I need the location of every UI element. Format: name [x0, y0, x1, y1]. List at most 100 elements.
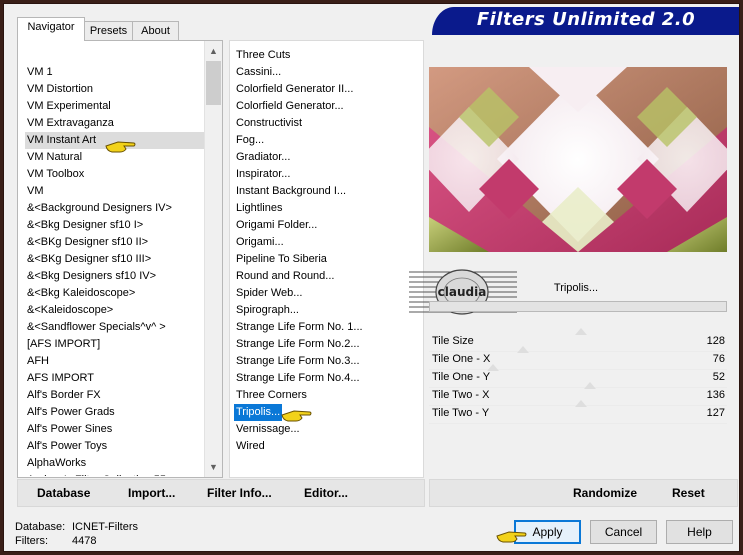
parameter-slider-marker[interactable] — [517, 346, 529, 353]
arrow-down-icon[interactable]: ▼ — [205, 459, 222, 475]
parameter-label: Tile Two - Y — [432, 407, 490, 419]
filters-status: Filters: 4478 — [15, 535, 96, 547]
filter-item[interactable]: Strange Life Form No.4... — [236, 370, 360, 387]
pointing-hand-icon — [495, 526, 527, 546]
category-item[interactable]: AFH — [27, 353, 49, 370]
filter-item[interactable]: Wired — [236, 438, 265, 455]
tab-about[interactable]: About — [132, 21, 179, 40]
parameter-slider-marker[interactable] — [575, 400, 587, 407]
filter-item[interactable]: Lightlines — [236, 200, 282, 217]
filter-item[interactable]: Strange Life Form No.3... — [236, 353, 360, 370]
parameter-label: Tile One - X — [432, 353, 491, 365]
category-item[interactable]: &<Bkg Kaleidoscope> — [27, 285, 135, 302]
filter-item[interactable]: Spirograph... — [236, 302, 299, 319]
parameter-value: 127 — [706, 407, 725, 419]
category-list[interactable]: VM 1 VM Distortion VM Experimental VM Extra… — [19, 42, 204, 476]
filter-item[interactable]: Colorfield Generator... — [236, 98, 344, 115]
filter-item[interactable]: Tripolis... — [234, 404, 283, 421]
parameter-label: Tile Two - X — [432, 389, 490, 401]
parameter-slider-marker[interactable] — [575, 328, 587, 335]
filters-status-value: 4478 — [72, 535, 97, 547]
filters-unlimited-window: Filters Unlimited 2.0 Navigator Presets … — [3, 3, 740, 552]
arrow-up-icon[interactable]: ▲ — [205, 43, 222, 59]
category-item[interactable]: VM — [27, 183, 44, 200]
tab-presets[interactable]: Presets — [84, 21, 133, 40]
filter-item[interactable]: Origami Folder... — [236, 217, 317, 234]
category-item[interactable]: VM Extravaganza — [27, 115, 114, 132]
category-item[interactable]: Alf's Power Grads — [27, 404, 115, 421]
filter-item[interactable]: Cassini... — [236, 64, 281, 81]
filter-item[interactable]: Gradiator... — [236, 149, 290, 166]
filters-status-label: Filters: — [15, 535, 48, 547]
separator-bar — [429, 301, 727, 312]
category-item[interactable]: &<Sandflower Specials^v^ > — [27, 319, 166, 336]
category-item[interactable]: VM Toolbox — [27, 166, 84, 183]
filter-item[interactable]: Strange Life Form No.2... — [236, 336, 360, 353]
parameter-value: 128 — [706, 335, 725, 347]
import-button[interactable]: Import... — [128, 480, 175, 506]
filter-panel: Three Cuts Cassini... Colorfield Generator… — [229, 40, 424, 478]
category-item[interactable]: Alf's Power Sines — [27, 421, 112, 438]
category-item[interactable]: AlphaWorks — [27, 455, 86, 472]
category-item[interactable]: Alf's Power Toys — [27, 438, 107, 455]
pointing-hand-icon — [104, 136, 136, 156]
category-item[interactable]: VM Natural — [27, 149, 82, 166]
watermark-text: claudia — [437, 285, 487, 299]
cancel-button[interactable]: Cancel — [590, 520, 657, 544]
filter-item[interactable]: Colorfield Generator II... — [236, 81, 353, 98]
category-item[interactable]: VM Experimental — [27, 98, 111, 115]
filter-item[interactable]: Pipeline To Siberia — [236, 251, 327, 268]
scroll-thumb[interactable] — [206, 61, 221, 105]
filter-item[interactable]: Three Cuts — [236, 47, 290, 64]
category-item[interactable]: [AFS IMPORT] — [27, 336, 100, 353]
reset-button[interactable]: Reset — [672, 480, 705, 506]
category-item[interactable]: &<Bkg Designer sf10 I> — [27, 217, 143, 234]
filter-item[interactable]: Inspirator... — [236, 166, 290, 183]
category-item[interactable]: &<Kaleidoscope> — [27, 302, 113, 319]
category-item[interactable]: AFS IMPORT — [27, 370, 94, 387]
filter-item[interactable]: Spider Web... — [236, 285, 302, 302]
filter-item[interactable]: Three Corners — [236, 387, 307, 404]
category-item[interactable]: VM 1 — [27, 64, 53, 81]
database-status-label: Database: — [15, 521, 66, 533]
tab-navigator[interactable]: Navigator — [17, 17, 85, 41]
parameter-value: 52 — [712, 371, 725, 383]
database-button[interactable]: Database — [37, 480, 90, 506]
filter-item[interactable]: Instant Background I... — [236, 183, 346, 200]
pointing-hand-icon — [280, 405, 312, 425]
parameter-label: Tile One - Y — [432, 371, 491, 383]
category-item[interactable]: VM Distortion — [27, 81, 93, 98]
right-button-bar: Randomize Reset — [429, 479, 738, 507]
filter-item[interactable]: Strange Life Form No. 1... — [236, 319, 363, 336]
parameter-label: Tile Size — [432, 335, 474, 347]
parameter-row[interactable]: Tile Two - Y 127 — [429, 400, 727, 424]
parameter-slider-marker[interactable] — [487, 364, 499, 371]
parameter-value: 76 — [712, 353, 725, 365]
database-status: Database: ICNET-Filters — [15, 521, 138, 533]
parameter-row[interactable]: Tile Size 128 — [429, 328, 727, 352]
window-title: Filters Unlimited 2.0 — [476, 9, 696, 30]
parameter-slider-marker[interactable] — [584, 382, 596, 389]
category-item[interactable]: Alf's Border FX — [27, 387, 101, 404]
category-item[interactable]: &<Bkg Designers sf10 IV> — [27, 268, 156, 285]
filter-item[interactable]: Constructivist — [236, 115, 302, 132]
help-button[interactable]: Help — [666, 520, 733, 544]
category-scrollbar[interactable]: ▲ ▼ — [204, 41, 222, 477]
randomize-button[interactable]: Randomize — [573, 480, 637, 506]
category-item[interactable]: &<BKg Designer sf10 II> — [27, 234, 148, 251]
category-panel: VM 1 VM Distortion VM Experimental VM Extra… — [17, 40, 223, 478]
filter-item[interactable]: Round and Round... — [236, 268, 334, 285]
parameter-row[interactable]: Tile One - X 76 — [429, 346, 727, 370]
editor-button[interactable]: Editor... — [304, 480, 348, 506]
category-item[interactable]: &<Background Designers IV> — [27, 200, 172, 217]
category-item[interactable]: &<BKg Designer sf10 III> — [27, 251, 151, 268]
title-banner: Filters Unlimited 2.0 — [432, 7, 739, 35]
category-item[interactable]: Andrew's Filter Collection 55 — [27, 472, 166, 476]
parameter-track[interactable] — [429, 423, 727, 424]
filter-item[interactable]: Origami... — [236, 234, 284, 251]
parameter-row[interactable]: Tile One - Y 52 — [429, 364, 727, 388]
preview-image — [429, 67, 727, 252]
filter-info-button[interactable]: Filter Info... — [207, 480, 272, 506]
filter-list[interactable]: Three Cuts Cassini... Colorfield Generator… — [230, 47, 423, 477]
filter-item[interactable]: Fog... — [236, 132, 264, 149]
